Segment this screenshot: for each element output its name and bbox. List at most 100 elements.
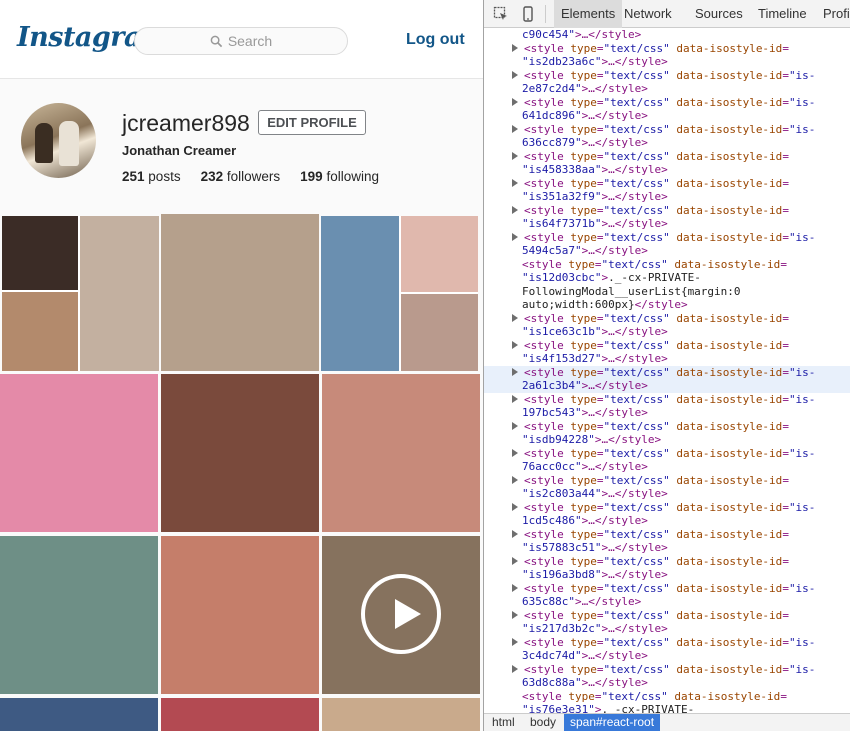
dom-node-line[interactable]: <style type="text/css" data-isostyle-id=…: [484, 393, 850, 407]
photo-tile[interactable]: [322, 698, 480, 731]
dom-node-line[interactable]: 635c88c">…</style>: [484, 595, 850, 609]
dom-node-line[interactable]: <style type="text/css" data-isostyle-id=…: [484, 365, 850, 379]
dom-node-line[interactable]: <style type="text/css" data-isostyle-id=…: [484, 501, 850, 515]
search-input[interactable]: Search: [134, 27, 348, 55]
logout-link[interactable]: Log out: [406, 31, 465, 49]
photo-tile[interactable]: [0, 698, 158, 731]
following-link[interactable]: 199 following: [300, 169, 379, 184]
dom-node-line[interactable]: <style type="text/css" data-isostyle-id=: [484, 312, 850, 326]
expand-triangle-icon[interactable]: [512, 448, 518, 457]
dom-node-line[interactable]: <style type="text/css" data-isostyle-id=: [484, 474, 850, 488]
photo-tile[interactable]: [0, 536, 158, 694]
elements-tree[interactable]: c90c454">…</style> <style type="text/css"…: [484, 28, 850, 713]
dom-node-line[interactable]: FollowingModal__userList{margin:0: [484, 285, 850, 299]
tab-network[interactable]: Network: [617, 0, 679, 28]
expand-triangle-icon[interactable]: [512, 124, 518, 133]
dom-node-line[interactable]: <style type="text/css" data-isostyle-id=…: [484, 447, 850, 461]
tab-profi[interactable]: Profi: [816, 0, 850, 28]
dom-node-line[interactable]: <style type="text/css" data-isostyle-id=…: [484, 123, 850, 137]
tab-elements[interactable]: Elements: [554, 0, 623, 28]
dom-node-line[interactable]: 76acc0cc">…</style>: [484, 460, 850, 474]
dom-node-line[interactable]: "is76e3e31">._-cx-PRIVATE-: [484, 703, 850, 713]
expand-triangle-icon[interactable]: [512, 421, 518, 430]
breadcrumb-item[interactable]: html: [486, 714, 521, 731]
expand-triangle-icon[interactable]: [512, 610, 518, 619]
inspect-element-icon[interactable]: [493, 6, 509, 22]
dom-node-line[interactable]: 5494c5a7">…</style>: [484, 244, 850, 258]
edit-profile-button[interactable]: EDIT PROFILE: [258, 110, 366, 135]
dom-node-line[interactable]: 636cc879">…</style>: [484, 136, 850, 150]
tab-sources[interactable]: Sources: [688, 0, 750, 28]
dom-node-line[interactable]: "is351a32f9">…</style>: [484, 190, 850, 204]
breadcrumb-item[interactable]: body: [524, 714, 562, 731]
dom-node-line[interactable]: <style type="text/css" data-isostyle-id=: [484, 339, 850, 353]
photo-tile[interactable]: [161, 214, 319, 371]
dom-node-line[interactable]: 641dc896">…</style>: [484, 109, 850, 123]
expand-triangle-icon[interactable]: [512, 583, 518, 592]
photo-tile[interactable]: [161, 698, 319, 731]
expand-triangle-icon[interactable]: [512, 205, 518, 214]
dom-node-line[interactable]: <style type="text/css" data-isostyle-id=: [484, 42, 850, 56]
dom-node-line[interactable]: auto;width:600px}</style>: [484, 298, 850, 312]
photo-tile[interactable]: [0, 374, 158, 532]
dom-node-line[interactable]: <style type="text/css" data-isostyle-id=…: [484, 231, 850, 245]
dom-node-line[interactable]: "is217d3b2c">…</style>: [484, 622, 850, 636]
photo-tile[interactable]: [322, 374, 480, 532]
dom-node-line[interactable]: c90c454">…</style>: [484, 28, 850, 42]
device-mode-icon[interactable]: [520, 6, 536, 22]
photo-tile[interactable]: [321, 216, 478, 371]
dom-node-line[interactable]: "is64f7371b">…</style>: [484, 217, 850, 231]
photo-tile[interactable]: [161, 536, 319, 694]
dom-node-line[interactable]: <style type="text/css" data-isostyle-id=: [484, 528, 850, 542]
expand-triangle-icon[interactable]: [512, 637, 518, 646]
expand-triangle-icon[interactable]: [512, 394, 518, 403]
expand-triangle-icon[interactable]: [512, 529, 518, 538]
photo-tile[interactable]: [161, 374, 319, 532]
expand-triangle-icon[interactable]: [512, 367, 518, 376]
expand-triangle-icon[interactable]: [512, 43, 518, 52]
expand-triangle-icon[interactable]: [512, 664, 518, 673]
dom-node-line[interactable]: "is196a3bd8">…</style>: [484, 568, 850, 582]
dom-node-line[interactable]: <style type="text/css" data-isostyle-id=: [484, 690, 850, 704]
dom-node-line[interactable]: 3c4dc74d">…</style>: [484, 649, 850, 663]
expand-triangle-icon[interactable]: [512, 70, 518, 79]
play-icon[interactable]: [361, 574, 441, 654]
expand-triangle-icon[interactable]: [512, 232, 518, 241]
dom-node-line[interactable]: <style type="text/css" data-isostyle-id=…: [484, 663, 850, 677]
photo-tile[interactable]: [2, 216, 159, 371]
dom-node-line[interactable]: <style type="text/css" data-isostyle-id=: [484, 609, 850, 623]
dom-node-line[interactable]: "is12d03cbc">._-cx-PRIVATE-: [484, 271, 850, 285]
expand-triangle-icon[interactable]: [512, 475, 518, 484]
dom-node-line[interactable]: "is458338aa">…</style>: [484, 163, 850, 177]
dom-node-line[interactable]: <style type="text/css" data-isostyle-id=…: [484, 582, 850, 596]
dom-node-line[interactable]: <style type="text/css" data-isostyle-id=…: [484, 69, 850, 83]
dom-node-line[interactable]: "isdb94228">…</style>: [484, 433, 850, 447]
dom-node-line[interactable]: <style type="text/css" data-isostyle-id=…: [484, 636, 850, 650]
avatar[interactable]: [21, 103, 96, 178]
dom-node-line[interactable]: <style type="text/css" data-isostyle-id=: [484, 177, 850, 191]
dom-node-line[interactable]: "is2c803a44">…</style>: [484, 487, 850, 501]
expand-triangle-icon[interactable]: [512, 313, 518, 322]
dom-node-line[interactable]: 197bc543">…</style>: [484, 406, 850, 420]
dom-node-line[interactable]: 2a61c3b4">…</style>: [484, 379, 850, 393]
tab-timeline[interactable]: Timeline: [751, 0, 814, 28]
dom-node-line[interactable]: "is1ce63c1b">…</style>: [484, 325, 850, 339]
dom-node-line[interactable]: <style type="text/css" data-isostyle-id=: [484, 420, 850, 434]
dom-node-line[interactable]: <style type="text/css" data-isostyle-id=: [484, 204, 850, 218]
dom-node-line[interactable]: <style type="text/css" data-isostyle-id=: [484, 555, 850, 569]
dom-node-line[interactable]: 2e87c2d4">…</style>: [484, 82, 850, 96]
expand-triangle-icon[interactable]: [512, 340, 518, 349]
dom-node-line[interactable]: 63d8c88a">…</style>: [484, 676, 850, 690]
dom-node-line[interactable]: 1cd5c486">…</style>: [484, 514, 850, 528]
dom-node-line[interactable]: <style type="text/css" data-isostyle-id=: [484, 258, 850, 272]
dom-node-line[interactable]: "is2db23a6c">…</style>: [484, 55, 850, 69]
expand-triangle-icon[interactable]: [512, 178, 518, 187]
dom-node-line[interactable]: "is4f153d27">…</style>: [484, 352, 850, 366]
expand-triangle-icon[interactable]: [512, 97, 518, 106]
expand-triangle-icon[interactable]: [512, 556, 518, 565]
followers-link[interactable]: 232 followers: [201, 169, 281, 184]
dom-node-line[interactable]: <style type="text/css" data-isostyle-id=…: [484, 96, 850, 110]
dom-node-line[interactable]: <style type="text/css" data-isostyle-id=: [484, 150, 850, 164]
expand-triangle-icon[interactable]: [512, 151, 518, 160]
dom-node-line[interactable]: "is57883c51">…</style>: [484, 541, 850, 555]
